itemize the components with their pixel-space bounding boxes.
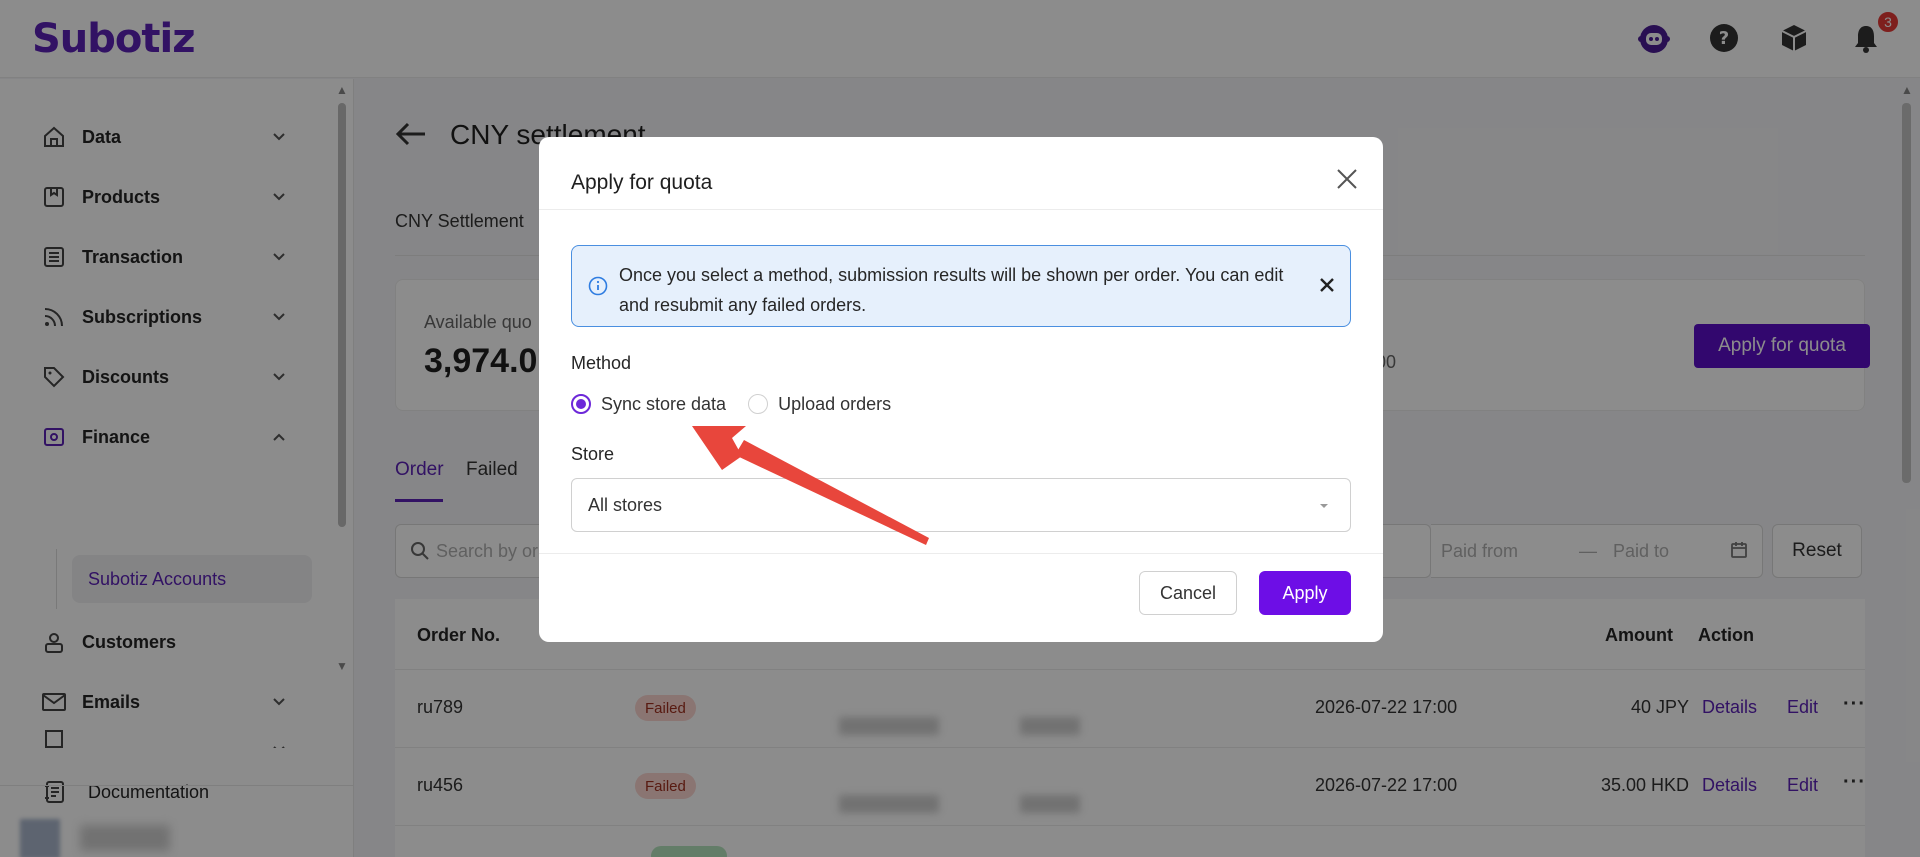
radio-upload-orders[interactable] xyxy=(748,394,769,414)
method-label: Method xyxy=(571,353,632,373)
apply-button[interactable]: Apply xyxy=(1259,571,1351,615)
close-icon[interactable] xyxy=(1331,163,1363,195)
radio-label[interactable]: Sync store data xyxy=(601,394,726,415)
store-label: Store xyxy=(571,444,615,464)
info-alert: Once you select a method, submission res… xyxy=(571,245,1351,327)
store-select[interactable]: All stores xyxy=(571,478,1351,532)
caret-down-icon xyxy=(1318,499,1330,517)
method-radio-group: Sync store data Upload orders xyxy=(571,391,913,417)
cancel-button[interactable]: Cancel xyxy=(1139,571,1237,615)
radio-label[interactable]: Upload orders xyxy=(778,394,891,415)
dialog-title: Apply for quota xyxy=(571,171,713,194)
dialog-divider xyxy=(539,553,1383,554)
radio-sync-store-data[interactable] xyxy=(571,394,591,414)
dialog-divider xyxy=(539,209,1383,210)
alert-message: Once you select a method, submission res… xyxy=(619,265,1284,315)
close-alert-icon[interactable] xyxy=(1318,276,1336,299)
store-selected-value: All stores xyxy=(588,495,663,515)
apply-for-quota-dialog: Apply for quota Once you select a method… xyxy=(539,137,1383,642)
info-icon xyxy=(588,276,608,301)
